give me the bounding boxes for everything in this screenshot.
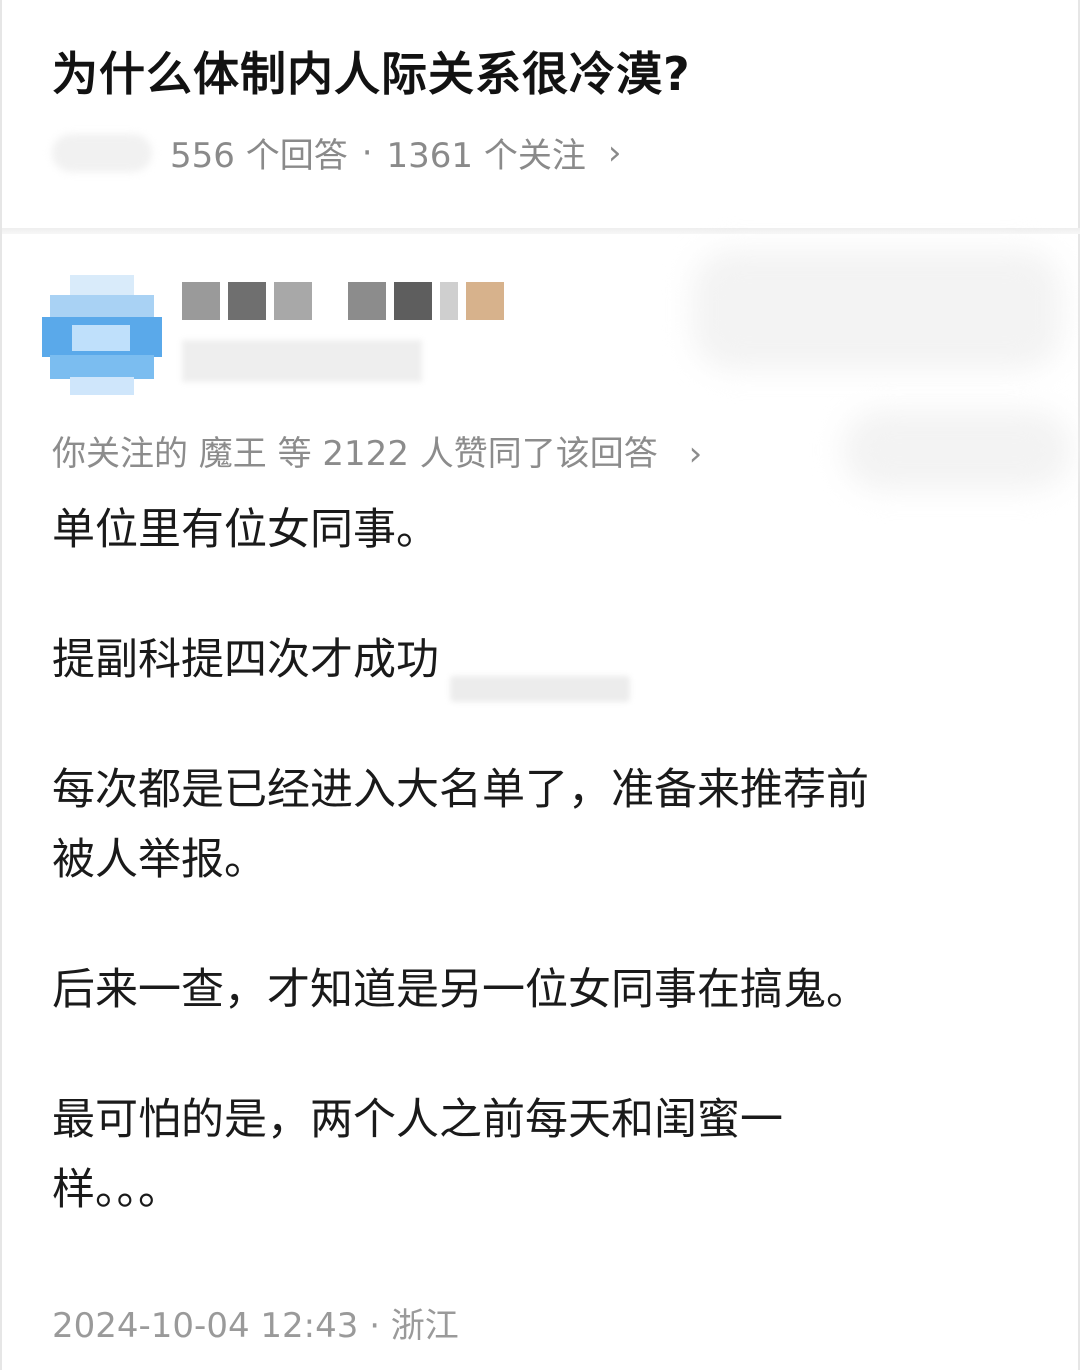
section-divider [2,228,1080,234]
meta-separator: · [361,132,373,173]
upvote-summary[interactable]: 你关注的 魔王 等 2122 人赞同了该回答 › [52,426,702,475]
watermark [450,676,630,702]
follower-count: 1361 个关注 [386,136,586,176]
answer-paragraph: 后来一查，才知道是另一位女同事在搞鬼。 [52,965,869,1015]
answer-paragraph: 提副科提四次才成功 [52,635,439,685]
blurred-chip [52,133,152,172]
answer-count: 556 个回答 [170,136,348,176]
post-timestamp-location: 2024-10-04 12:43 · 浙江 [52,1306,459,1346]
redaction-smear [692,250,1062,370]
answer-page: 为什么体制内人际关系很冷漠? 556 个回答 · 1361 个关注 › 你关注的… [0,0,1080,1370]
author-headline [182,340,422,382]
author-name[interactable] [182,282,504,320]
chevron-right-icon[interactable]: › [608,133,622,173]
question-meta[interactable]: 556 个回答 · 1361 个关注 › [52,128,621,177]
redaction-smear [842,410,1072,490]
upvote-text: 你关注的 魔王 等 2122 人赞同了该回答 [52,434,658,474]
answer-paragraph: 被人举报。 [52,835,267,885]
avatar-icon[interactable] [42,275,162,395]
chevron-right-icon: › [688,434,703,474]
answer-paragraph: 最可怕的是，两个人之前每天和闺蜜一 [52,1095,783,1145]
answer-paragraph: 单位里有位女同事。 [52,505,439,555]
question-title[interactable]: 为什么体制内人际关系很冷漠? [52,38,691,104]
answer-paragraph: 每次都是已经进入大名单了，准备来推荐前 [52,765,869,815]
answer-paragraph: 样。。。 [52,1165,181,1215]
